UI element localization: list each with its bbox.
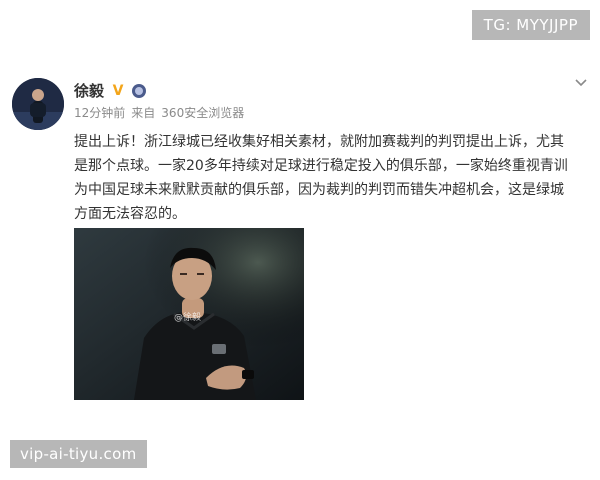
bottom-watermark: vip-ai-tiyu.com [10, 440, 147, 468]
source-prefix: 来自 [131, 106, 156, 120]
post-meta: 12分钟前 来自 360安全浏览器 [74, 104, 244, 121]
level-badge-icon [132, 83, 147, 98]
author-avatar[interactable] [12, 78, 64, 130]
post-time[interactable]: 12分钟前 [74, 104, 125, 121]
author-name[interactable]: 徐毅 [74, 80, 104, 101]
chevron-down-icon[interactable] [574, 76, 588, 90]
author-row: 徐毅 V [74, 80, 147, 101]
post-text: 提出上诉！浙江绿城已经收集好相关素材，就附加赛裁判的判罚提出上诉，尤其是那个点球… [74, 134, 568, 222]
post-source: 360安全浏览器 [161, 106, 245, 120]
top-watermark: TG: MYYJJPP [471, 10, 590, 40]
image-watermark: @徐毅 [174, 313, 202, 323]
avatar-image [12, 78, 64, 130]
post-image[interactable]: @徐毅 [74, 228, 304, 400]
verified-v-icon: V [112, 82, 124, 99]
